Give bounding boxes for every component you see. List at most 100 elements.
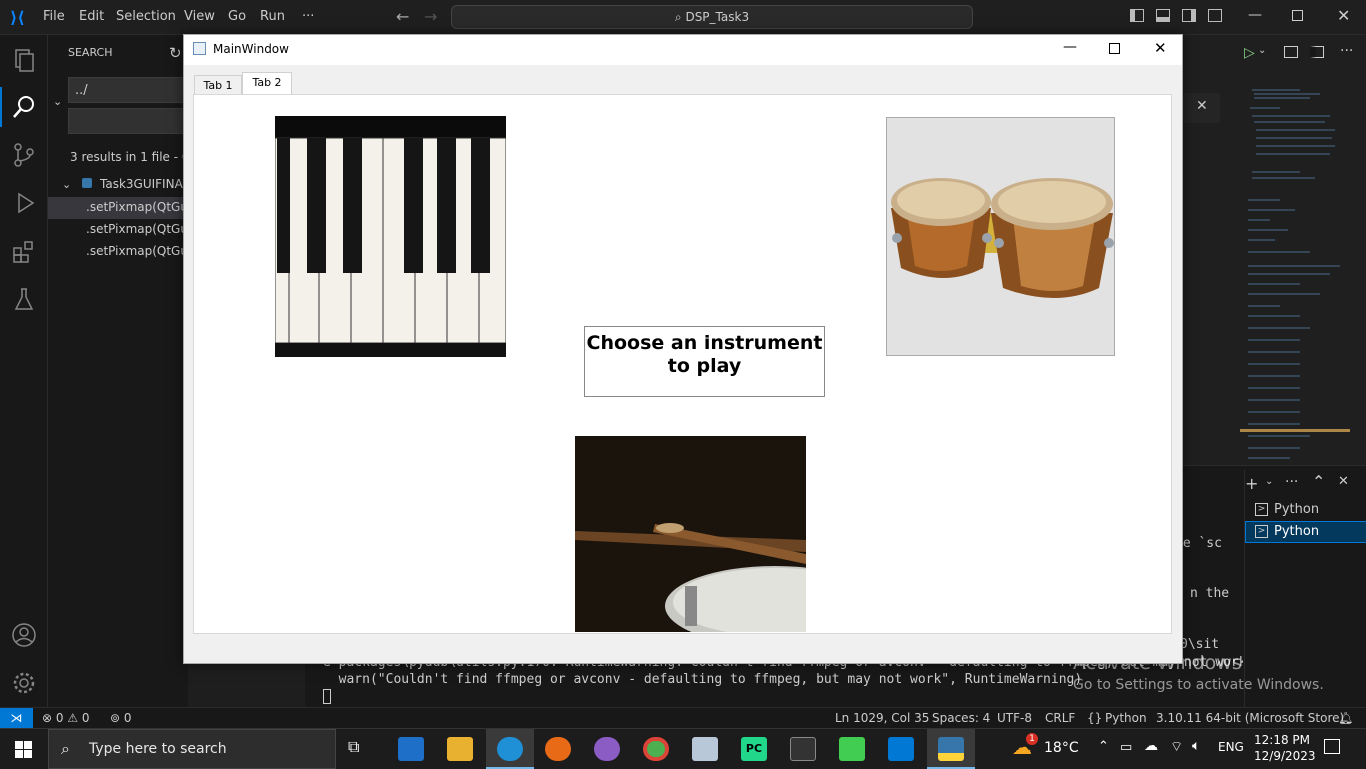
menu-selection[interactable]: Selection xyxy=(116,9,176,24)
command-center[interactable]: ⌕ DSP_Task3 xyxy=(451,5,973,29)
line-endings[interactable]: CRLF xyxy=(1045,711,1075,725)
notifications-bell-icon[interactable]: 🔔︎ xyxy=(1338,711,1353,725)
cursor-position[interactable]: Ln 1029, Col 35 xyxy=(835,711,929,725)
qt-minimize-icon[interactable]: — xyxy=(1063,39,1077,55)
extensions-icon[interactable] xyxy=(10,237,38,265)
terminal-tab-active[interactable]: > Python xyxy=(1245,521,1366,543)
windows-taskbar: ⌕ Type here to search ⧉ PC ☁ 1 18°C ⌃ ▭ … xyxy=(0,728,1366,769)
file-explorer-icon[interactable] xyxy=(447,737,473,761)
temperature[interactable]: 18°C xyxy=(1044,740,1079,756)
search-input[interactable] xyxy=(68,77,188,103)
split-editor-icon[interactable] xyxy=(1310,46,1324,58)
menu-edit[interactable]: Edit xyxy=(79,9,104,24)
notepad-icon[interactable] xyxy=(692,737,718,761)
piano-image[interactable] xyxy=(275,116,506,357)
edge-browser-icon[interactable] xyxy=(497,737,523,761)
ports-indicator[interactable]: ⊚ 0 xyxy=(110,711,132,725)
refresh-icon[interactable]: ↻ xyxy=(169,44,182,62)
windows-start-icon[interactable] xyxy=(15,741,32,758)
menu-go[interactable]: Go xyxy=(228,9,246,24)
run-python-icon[interactable]: ▷ xyxy=(1244,45,1255,61)
new-terminal-icon[interactable]: + xyxy=(1245,474,1258,493)
bongo-drums-image[interactable] xyxy=(886,117,1115,356)
input-language[interactable]: ENG xyxy=(1218,740,1244,754)
terminal-tab[interactable]: > Python xyxy=(1245,499,1366,521)
close-panel-icon[interactable]: ✕ xyxy=(1338,474,1349,489)
encoding[interactable]: UTF-8 xyxy=(997,711,1032,725)
more-actions-icon[interactable]: ··· xyxy=(1340,43,1353,59)
task-view-icon[interactable]: ⧉ xyxy=(348,737,374,761)
menu-more[interactable]: ··· xyxy=(302,9,314,24)
tab-2[interactable]: Tab 2 xyxy=(242,72,292,94)
remote-indicator-icon[interactable]: ⋊ xyxy=(0,708,33,729)
explorer-icon[interactable] xyxy=(10,46,38,74)
terminal-dropdown-chevron-icon[interactable]: ⌄ xyxy=(1265,476,1273,487)
results-summary: 3 results in 1 file - C xyxy=(70,150,191,164)
replace-input[interactable] xyxy=(68,108,188,134)
toggle-sidebar-icon[interactable] xyxy=(1130,9,1144,22)
accounts-icon[interactable] xyxy=(10,621,38,649)
vscode-taskbar-icon[interactable] xyxy=(888,737,914,761)
taskbar-search-box[interactable]: ⌕ Type here to search xyxy=(48,729,336,769)
error-icon: ⊗ xyxy=(42,711,56,725)
snare-drum-image[interactable] xyxy=(575,436,806,632)
mail-icon[interactable] xyxy=(398,737,424,761)
restore-icon[interactable] xyxy=(1292,10,1303,21)
chevron-down-icon[interactable]: ⌄ xyxy=(62,178,71,191)
forward-arrow-icon[interactable]: → xyxy=(424,7,437,26)
run-dropdown-chevron-icon[interactable]: ⌄ xyxy=(1258,45,1266,56)
toggle-panel-icon[interactable] xyxy=(1156,9,1170,22)
more-actions-icon[interactable]: ··· xyxy=(1285,474,1298,490)
qt-title-bar: MainWindow — ✕ xyxy=(184,35,1182,65)
indentation[interactable]: Spaces: 4 xyxy=(932,711,990,725)
qt-maximize-icon[interactable] xyxy=(1109,43,1120,54)
python-interpreter[interactable]: 3.10.11 64-bit (Microsoft Store) xyxy=(1156,711,1344,725)
github-desktop-icon[interactable] xyxy=(594,737,620,761)
menu-view[interactable]: View xyxy=(184,9,215,24)
onedrive-cloud-icon[interactable]: ☁ xyxy=(1144,738,1158,754)
qt-close-icon[interactable]: ✕ xyxy=(1154,39,1167,57)
python-app-icon[interactable] xyxy=(938,737,964,761)
volume-icon[interactable]: 🔈︎ xyxy=(1192,738,1200,754)
minimize-icon[interactable]: — xyxy=(1248,7,1262,23)
clock[interactable]: 12:18 PM 12/9/2023 xyxy=(1254,732,1316,764)
minimap[interactable] xyxy=(1240,80,1350,465)
search-icon[interactable] xyxy=(10,93,38,121)
open-changes-icon[interactable] xyxy=(1284,46,1298,58)
settings-gear-icon[interactable] xyxy=(10,669,38,697)
action-center-icon[interactable] xyxy=(1324,739,1340,754)
toggle-secondary-sidebar-icon[interactable] xyxy=(1182,9,1196,22)
customize-layout-icon[interactable] xyxy=(1208,9,1222,22)
show-hidden-icons-chevron-icon[interactable]: ⌃ xyxy=(1098,739,1109,754)
firefox-icon[interactable] xyxy=(545,737,571,761)
wifi-icon[interactable]: ⌔ xyxy=(1170,738,1183,756)
problems-indicator[interactable]: ⊗ 0 ⚠ 0 xyxy=(42,711,90,725)
menu-file[interactable]: File xyxy=(43,9,65,24)
battery-icon[interactable]: ▭ xyxy=(1120,740,1132,755)
menu-run[interactable]: Run xyxy=(260,9,285,24)
result-file-name[interactable]: Task3GUIFINAL xyxy=(100,177,189,191)
clock-date: 12/9/2023 xyxy=(1254,749,1316,763)
back-arrow-icon[interactable]: ← xyxy=(396,7,409,26)
testing-icon[interactable] xyxy=(10,285,38,313)
taskbar-search-placeholder: Type here to search xyxy=(89,741,227,757)
maximize-panel-chevron-icon[interactable]: ⌃ xyxy=(1312,472,1325,491)
run-debug-icon[interactable] xyxy=(10,189,38,217)
tab-1[interactable]: Tab 1 xyxy=(194,75,242,95)
active-indicator xyxy=(0,87,2,127)
error-count: 0 xyxy=(55,711,64,725)
find-close-icon[interactable]: ✕ xyxy=(1196,98,1208,114)
result-item[interactable]: .setPixmap(QtGu xyxy=(86,222,188,236)
pycharm-icon[interactable]: PC xyxy=(741,737,767,761)
close-icon[interactable]: ✕ xyxy=(1337,6,1350,25)
terminal-app-icon[interactable] xyxy=(790,737,816,761)
result-item[interactable]: .setPixmap(QtGu xyxy=(86,244,188,258)
toggle-replace-chevron-icon[interactable]: ⌄ xyxy=(53,95,62,108)
source-control-icon[interactable] xyxy=(10,141,38,169)
qt-designer-icon[interactable] xyxy=(839,737,865,761)
language-braces-icon[interactable]: {} xyxy=(1087,711,1102,725)
result-item[interactable]: .setPixmap(QtGu xyxy=(86,200,188,214)
terminal-tab-label: Python xyxy=(1274,524,1320,539)
language-mode[interactable]: Python xyxy=(1105,711,1147,725)
chrome-icon[interactable] xyxy=(643,737,669,761)
